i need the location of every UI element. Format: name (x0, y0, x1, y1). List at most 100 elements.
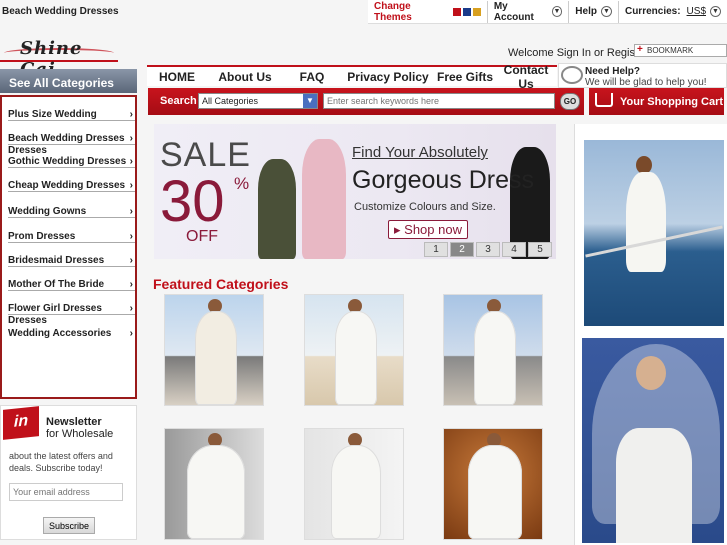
chevron-right-icon: › (129, 328, 133, 339)
search-go-button[interactable]: GO (560, 93, 580, 110)
category-item[interactable]: Mother Of The Bride Dresses › (8, 267, 135, 326)
chevron-down-icon: ▼ (303, 94, 317, 108)
theme-swatch-red[interactable] (452, 7, 461, 16)
photo-gown (616, 428, 692, 543)
categories-header[interactable]: See All Categories (0, 69, 137, 93)
change-themes-label: Change Themes (374, 0, 412, 23)
shopping-cart-button[interactable]: Your Shopping Cart (589, 88, 724, 115)
banner-page-active[interactable]: 2 (450, 242, 474, 257)
bookmark-button[interactable]: BOOKMARK (634, 44, 727, 57)
thumb-gown (187, 445, 245, 539)
newsletter-description: about the latest offers and deals. Subsc… (9, 451, 113, 473)
currencies-label: Currencies: (624, 6, 681, 17)
banner-page[interactable]: 3 (476, 242, 500, 257)
category-label: Flower Girl Dresses (8, 303, 102, 314)
featured-thumb[interactable] (164, 294, 264, 406)
thumb-gown (474, 311, 516, 405)
category-item[interactable]: Gothic Wedding Dresses › (8, 144, 135, 168)
banner-model-1 (258, 159, 296, 259)
banner-pagination: 1 2 3 4 5 (424, 242, 552, 257)
banner-page[interactable]: 5 (528, 242, 552, 257)
shop-now-button[interactable]: ▸ Shop now (388, 220, 468, 239)
category-label: Wedding Gowns (8, 206, 87, 217)
thumb-gown (331, 445, 381, 539)
featured-thumb[interactable] (443, 294, 543, 406)
search-label: Search (160, 95, 197, 107)
nav-free-gifts[interactable]: Free Gifts (435, 70, 495, 84)
nav-home[interactable]: HOME (147, 70, 207, 84)
newsletter-email-field[interactable] (9, 483, 123, 501)
currency-menu[interactable]: Currencies: US$ ▼ (619, 1, 727, 23)
category-select-value: All Categories (202, 96, 259, 106)
my-account-label: My Account (493, 0, 534, 23)
help-menu[interactable]: Help ▼ (569, 0, 619, 23)
banner-page[interactable]: 1 (424, 242, 448, 257)
photo-gown (626, 172, 666, 272)
banner-find-text: Find Your Absolutely (352, 144, 488, 161)
category-item[interactable]: Flower Girl Dresses › (8, 291, 135, 315)
nav-about-us[interactable]: About Us (207, 70, 283, 84)
featured-thumb[interactable] (443, 428, 543, 540)
subscribe-button[interactable]: Subscribe (43, 517, 95, 534)
photo-model-face (636, 356, 666, 390)
category-item[interactable]: Wedding Gowns › (8, 194, 135, 218)
currency-value: US$ (686, 6, 706, 17)
page-heading: Beach Wedding Dresses (2, 6, 119, 17)
theme-swatches (452, 7, 481, 16)
nav-contact-us[interactable]: Contact Us (495, 63, 557, 91)
change-themes[interactable]: Change Themes (368, 0, 488, 23)
category-list: Plus Size Wedding Dresses › Beach Wedding… (0, 95, 137, 399)
or-text: or (594, 47, 604, 59)
nav-privacy-policy[interactable]: Privacy Policy (341, 70, 435, 84)
site-logo[interactable]: Shine Cai (0, 38, 118, 80)
thumb-gown (468, 445, 522, 539)
need-help-title: Need Help? (585, 66, 641, 77)
sign-in-link[interactable]: Sign In (557, 47, 591, 59)
thumb-gown (335, 311, 377, 405)
promo-photo-bride[interactable] (582, 338, 724, 543)
featured-thumb[interactable] (304, 294, 404, 406)
right-promo-column (574, 124, 727, 545)
banner-page[interactable]: 4 (502, 242, 526, 257)
category-label: Prom Dresses (8, 231, 76, 242)
chevron-down-icon: ▼ (600, 6, 612, 17)
newsletter-box: in Newsletter for Wholesale about the la… (0, 405, 137, 540)
theme-swatch-gold[interactable] (472, 7, 481, 16)
welcome-bar: Welcome Sign In or Register (508, 47, 648, 59)
category-item[interactable]: Plus Size Wedding Dresses › (8, 97, 135, 156)
category-select[interactable]: All Categories ▼ (198, 93, 318, 109)
chevron-down-icon: ▼ (710, 6, 721, 17)
nav-faq[interactable]: FAQ (283, 70, 341, 84)
search-bar: Search All Categories ▼ GO (148, 88, 584, 115)
my-account-menu[interactable]: My Account ▼ (488, 0, 570, 23)
newsletter-subtitle: for Wholesale (46, 428, 114, 440)
main-nav: HOME About Us FAQ Privacy Policy Free Gi… (147, 63, 557, 91)
banner-percent-sign: % (234, 174, 250, 193)
featured-thumb[interactable] (304, 428, 404, 540)
banner-off-text: OFF (186, 228, 218, 245)
promo-banner[interactable]: SALE 30 % OFF Find Your Absolutely Gorge… (154, 124, 556, 259)
thumb-gown (195, 311, 237, 405)
category-item[interactable]: Cheap Wedding Dresses › (8, 168, 135, 192)
newsletter-title: Newsletter (46, 416, 102, 428)
banner-model-2 (302, 139, 346, 259)
category-label: Cheap Wedding Dresses (8, 180, 126, 191)
category-item[interactable]: Beach Wedding Dresses › (8, 121, 135, 145)
newsletter-icon: in (3, 406, 39, 440)
category-label: Beach Wedding Dresses (8, 133, 125, 144)
category-label: Gothic Wedding Dresses (8, 156, 127, 167)
cart-label: Your Shopping Cart (620, 96, 724, 108)
need-help-subtitle: We will be glad to help you! (585, 77, 707, 88)
banner-customize-text: Customize Colours and Size. (354, 201, 496, 213)
cart-icon (595, 93, 613, 107)
need-help-box[interactable]: Need Help? We will be glad to help you! (558, 63, 727, 88)
category-item[interactable]: Prom Dresses › (8, 219, 135, 243)
banner-percent: 30 (160, 169, 225, 234)
theme-swatch-blue[interactable] (462, 7, 471, 16)
bookmark-label: BOOKMARK (647, 46, 694, 55)
category-item[interactable]: Wedding Accessories › (8, 316, 135, 340)
promo-photo-boat[interactable] (584, 140, 724, 326)
featured-thumb[interactable] (164, 428, 264, 540)
category-item[interactable]: Bridesmaid Dresses › (8, 243, 135, 267)
search-input[interactable] (323, 93, 555, 109)
